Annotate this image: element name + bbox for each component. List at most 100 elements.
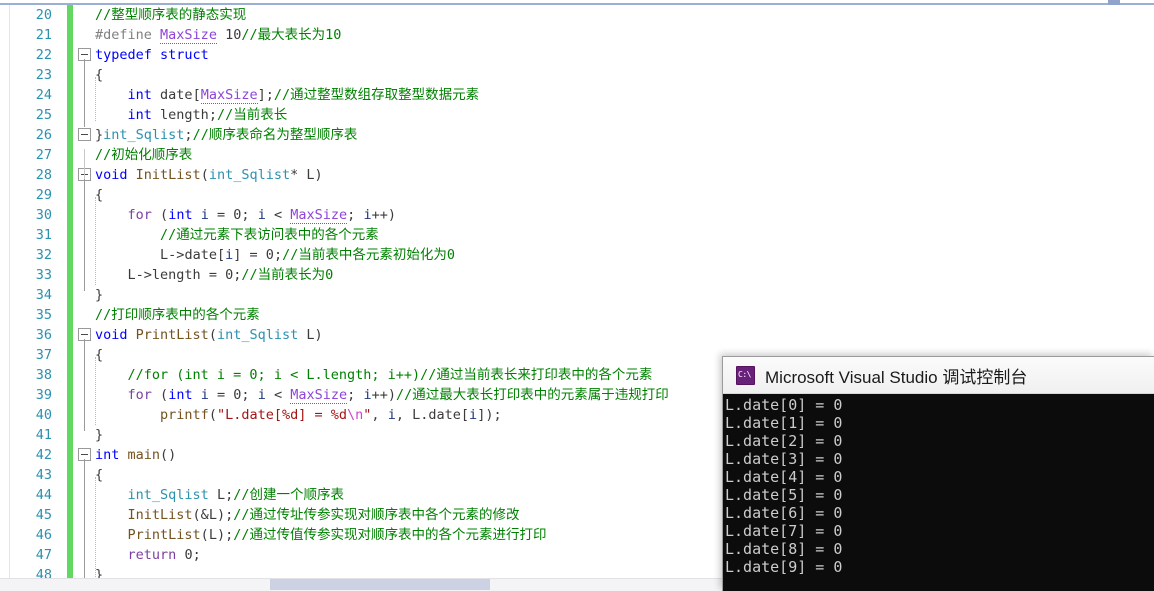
change-indicator-bar xyxy=(67,185,73,205)
code-line[interactable]: 23 { xyxy=(0,65,1154,85)
console-output-line: L.date[6] = 0 xyxy=(725,504,843,522)
debug-console-window[interactable]: Microsoft Visual Studio 调试控制台 L.date[0] … xyxy=(722,356,1154,591)
code-line[interactable]: 31 //通过元素下表访问表中的各个元素 xyxy=(0,225,1154,245)
change-indicator-bar xyxy=(67,105,73,125)
code-line[interactable]: 32 L->date[i] = 0;//当前表中各元素初始化为0 xyxy=(0,245,1154,265)
code-line-text: { xyxy=(95,467,104,483)
code-line-text: //通过元素下表访问表中的各个元素 xyxy=(160,227,379,243)
line-number: 40 xyxy=(35,407,52,423)
console-output-line: L.date[9] = 0 xyxy=(725,558,843,576)
code-line[interactable]: 34} xyxy=(0,285,1154,305)
console-output-line: L.date[4] = 0 xyxy=(725,468,843,486)
line-number: 24 xyxy=(35,87,52,103)
line-number: 37 xyxy=(35,347,52,363)
change-indicator-bar xyxy=(67,445,73,465)
change-indicator-bar xyxy=(67,285,73,305)
code-line-text: //for (int i = 0; i < L.length; i++)//通过… xyxy=(127,367,653,383)
code-line-text: { xyxy=(95,347,104,363)
change-indicator-bar xyxy=(67,505,73,525)
console-output-area: L.date[0] = 0 L.date[1] = 0 L.date[2] = 0L… xyxy=(723,394,1154,591)
outlining-guide-line xyxy=(84,459,85,578)
code-line-text: PrintList(L);//通过传值传参实现对顺序表中的各个元素进行打印 xyxy=(127,527,547,543)
change-indicator-bar xyxy=(67,325,73,345)
code-line-text: InitList(&L);//通过传址传参实现对顺序表中各个元素的修改 xyxy=(127,507,520,523)
code-line[interactable]: 26 }int_Sqlist;//顺序表命名为整型顺序表 xyxy=(0,125,1154,145)
code-line[interactable]: 35 //打印顺序表中的各个元素 xyxy=(0,305,1154,325)
outlining-guide-line xyxy=(84,59,85,127)
outlining-guide-line xyxy=(95,197,96,285)
code-line[interactable]: 30 for (int i = 0; i < MaxSize; i++) xyxy=(0,205,1154,225)
line-number: 20 xyxy=(35,7,52,23)
code-line-text: //打印顺序表中的各个元素 xyxy=(95,307,260,323)
code-line[interactable]: 29 { xyxy=(0,185,1154,205)
line-number: 25 xyxy=(35,107,52,123)
line-number: 36 xyxy=(35,327,52,343)
code-line-text: for (int i = 0; i < MaxSize; i++)//通过最大表… xyxy=(127,387,669,404)
line-number: 48 xyxy=(35,567,52,578)
code-line-text: return 0; xyxy=(127,547,201,563)
line-number: 21 xyxy=(35,27,52,43)
change-indicator-bar xyxy=(67,165,73,185)
line-number: 26 xyxy=(35,127,52,143)
line-number: 42 xyxy=(35,447,52,463)
outlining-guide-line xyxy=(84,149,85,179)
code-line-text: int main() xyxy=(95,447,177,463)
change-indicator-bar xyxy=(67,525,73,545)
code-line-text: int date[MaxSize];//通过整型数组存取整型数据元素 xyxy=(127,87,480,104)
code-line[interactable]: 21 #define MaxSize 10//最大表长为10 xyxy=(0,25,1154,45)
code-fold-collapse-icon[interactable] xyxy=(78,128,91,141)
code-line-text: }int_Sqlist;//顺序表命名为整型顺序表 xyxy=(95,127,358,143)
code-line-text: void PrintList(int_Sqlist L) xyxy=(95,327,323,343)
code-line[interactable]: 22 typedef struct xyxy=(0,45,1154,65)
line-number: 22 xyxy=(35,47,52,63)
line-number: 39 xyxy=(35,387,52,403)
line-number: 28 xyxy=(35,167,52,183)
code-line[interactable]: 24 int date[MaxSize];//通过整型数组存取整型数据元素 xyxy=(0,85,1154,105)
code-line-text: int length;//当前表长 xyxy=(127,107,288,123)
code-line-text: typedef struct xyxy=(95,47,209,63)
line-number: 43 xyxy=(35,467,52,483)
console-output-line: L.date[8] = 0 xyxy=(725,540,843,558)
code-line[interactable]: 28 void InitList(int_Sqlist* L) xyxy=(0,165,1154,185)
outlining-guide-line xyxy=(95,357,96,425)
change-indicator-bar xyxy=(67,545,73,565)
line-number: 44 xyxy=(35,487,52,503)
change-indicator-bar xyxy=(67,565,73,578)
code-line-text: printf("L.date[%d] = %d\n", i, L.date[i]… xyxy=(160,407,502,423)
change-indicator-bar xyxy=(67,205,73,225)
line-number: 46 xyxy=(35,527,52,543)
change-indicator-bar xyxy=(67,25,73,45)
code-line-text: } xyxy=(95,567,104,578)
code-line[interactable]: 36 void PrintList(int_Sqlist L) xyxy=(0,325,1154,345)
change-indicator-bar xyxy=(67,305,73,325)
change-indicator-bar xyxy=(67,65,73,85)
line-number: 32 xyxy=(35,247,52,263)
line-number: 47 xyxy=(35,547,52,563)
change-indicator-bar xyxy=(67,225,73,245)
horizontal-scroll-thumb[interactable] xyxy=(270,579,490,590)
change-indicator-bar xyxy=(67,465,73,485)
outlining-guide-line xyxy=(84,339,85,431)
code-line[interactable]: 27 //初始化顺序表 xyxy=(0,145,1154,165)
command-prompt-icon xyxy=(736,365,755,385)
code-line[interactable]: 33 L->length = 0;//当前表长为0 xyxy=(0,265,1154,285)
change-indicator-bar xyxy=(67,125,73,145)
line-number: 29 xyxy=(35,187,52,203)
code-line[interactable]: 25 int length;//当前表长 xyxy=(0,105,1154,125)
code-line-text: //整型顺序表的静态实现 xyxy=(95,7,247,23)
console-output-line: L.date[7] = 0 xyxy=(725,522,843,540)
outlining-guide-line xyxy=(95,77,96,121)
code-line-text: } xyxy=(95,287,104,303)
code-line[interactable]: 20 //整型顺序表的静态实现 xyxy=(0,5,1154,25)
console-window-title: Microsoft Visual Studio 调试控制台 xyxy=(765,367,1028,387)
console-title-bar[interactable]: Microsoft Visual Studio 调试控制台 xyxy=(723,357,1154,394)
code-line-text: } xyxy=(95,427,104,443)
code-line-text: for (int i = 0; i < MaxSize; i++) xyxy=(127,207,396,224)
line-number: 23 xyxy=(35,67,52,83)
change-indicator-bar xyxy=(67,345,73,365)
code-line-text: int_Sqlist L;//创建一个顺序表 xyxy=(127,487,344,503)
line-number: 33 xyxy=(35,267,52,283)
code-line-text: { xyxy=(95,67,104,83)
code-line-text: //初始化顺序表 xyxy=(95,147,193,163)
code-line-text: #define MaxSize 10//最大表长为10 xyxy=(95,27,342,44)
